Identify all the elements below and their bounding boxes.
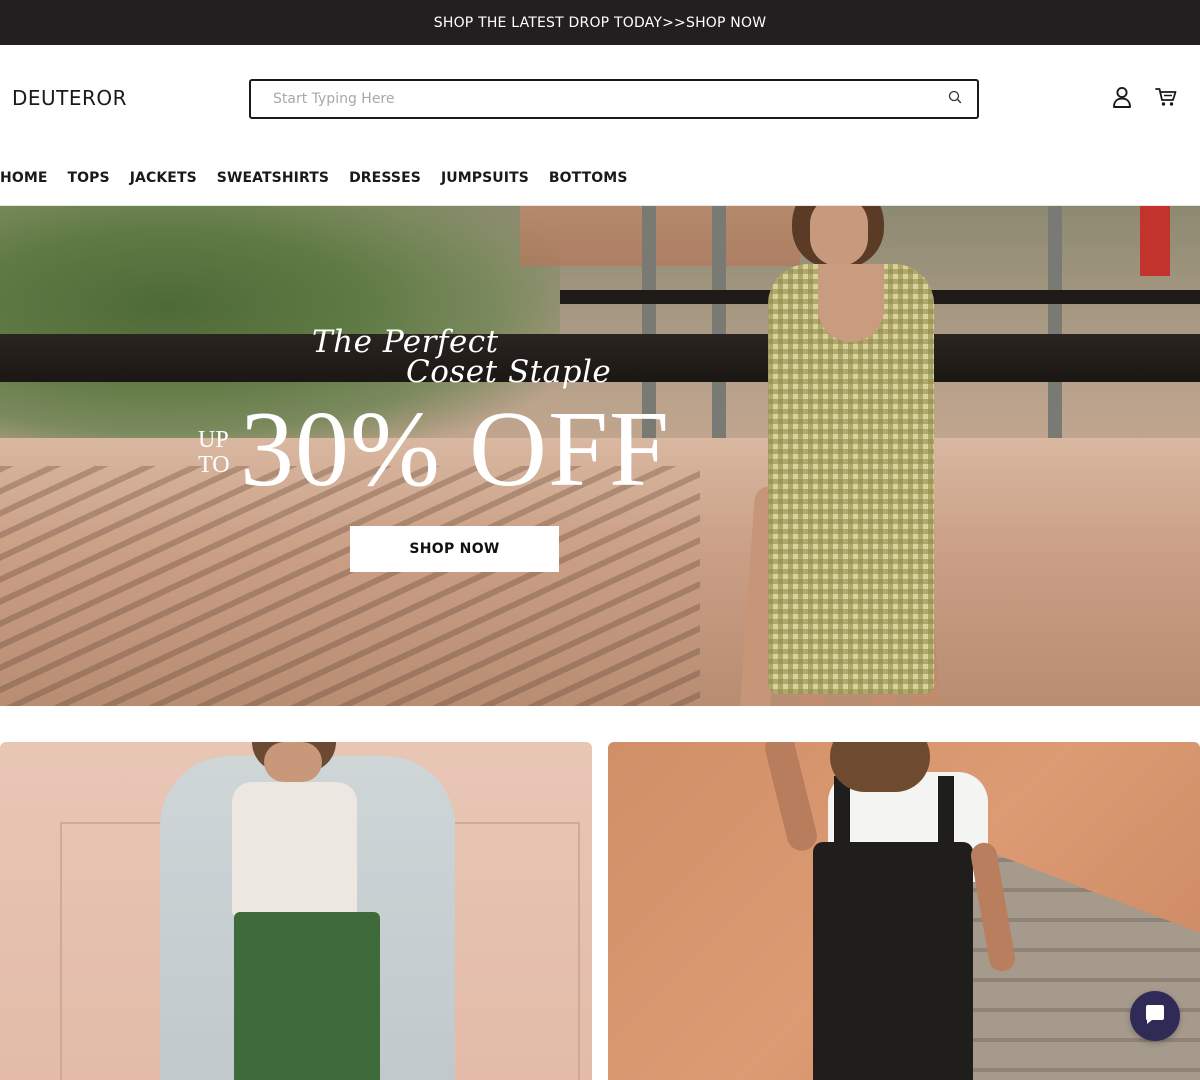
user-icon [1112,86,1132,113]
cart-button[interactable] [1154,87,1178,111]
announcement-link[interactable]: SHOP THE LATEST DROP TODAY>>SHOP NOW [434,15,767,31]
site-header: DEUTEROR [0,45,1200,155]
site-logo[interactable]: DEUTEROR [12,86,127,110]
hero-model-neckline [818,264,884,342]
hero-banner[interactable]: The Perfect Coset Staple UP TO 30% OFF S… [0,206,1200,706]
category-tile-right[interactable] [608,742,1200,1080]
hero-upto-line1: UP [198,427,229,453]
announcement-bar: SHOP THE LATEST DROP TODAY>>SHOP NOW [0,0,1200,45]
tile-model-green-pants [234,912,380,1080]
hero-background-roof [520,206,800,266]
chat-launcher-button[interactable] [1130,991,1180,1041]
hero-title-line2: Coset Staple [406,354,612,390]
category-tile-left[interactable] [0,742,592,1080]
search-button[interactable] [933,81,977,117]
tile-model-hair [830,742,930,792]
hero-discount-headline: 30% OFF [240,390,671,509]
hero-upto: UP TO [198,428,230,478]
main-nav: HOME TOPS JACKETS SWEATSHIRTS DRESSES JU… [0,160,648,196]
account-button[interactable] [1110,86,1134,113]
hero-model-face [810,206,868,266]
nav-item-tops[interactable]: TOPS [68,170,110,186]
nav-item-home[interactable]: HOME [0,170,48,186]
search-bar [249,79,979,119]
tile-model-arm [761,742,821,854]
cart-icon [1155,87,1177,112]
search-input[interactable] [251,81,933,117]
hero-background-post [1048,206,1062,446]
hero-model-leg [800,694,826,706]
tile-model-strap [938,776,954,856]
tile-model-black-overalls [813,842,973,1080]
nav-item-sweatshirts[interactable]: SWEATSHIRTS [217,170,329,186]
hero-background-flag [1140,206,1170,276]
shop-now-button[interactable]: SHOP NOW [350,526,559,572]
nav-item-jumpsuits[interactable]: JUMPSUITS [441,170,529,186]
hero-model-leg [872,694,898,706]
tile-model-crop-top [232,782,357,917]
tile-model-strap [834,776,850,856]
hero-background-post [712,206,726,446]
search-icon [948,90,962,109]
chat-bubble-icon [1143,1002,1167,1031]
tile-model-face [264,742,322,782]
nav-item-dresses[interactable]: DRESSES [349,170,421,186]
nav-item-bottoms[interactable]: BOTTOMS [549,170,628,186]
hero-upto-line2: TO [198,452,230,478]
nav-item-jackets[interactable]: JACKETS [130,170,197,186]
